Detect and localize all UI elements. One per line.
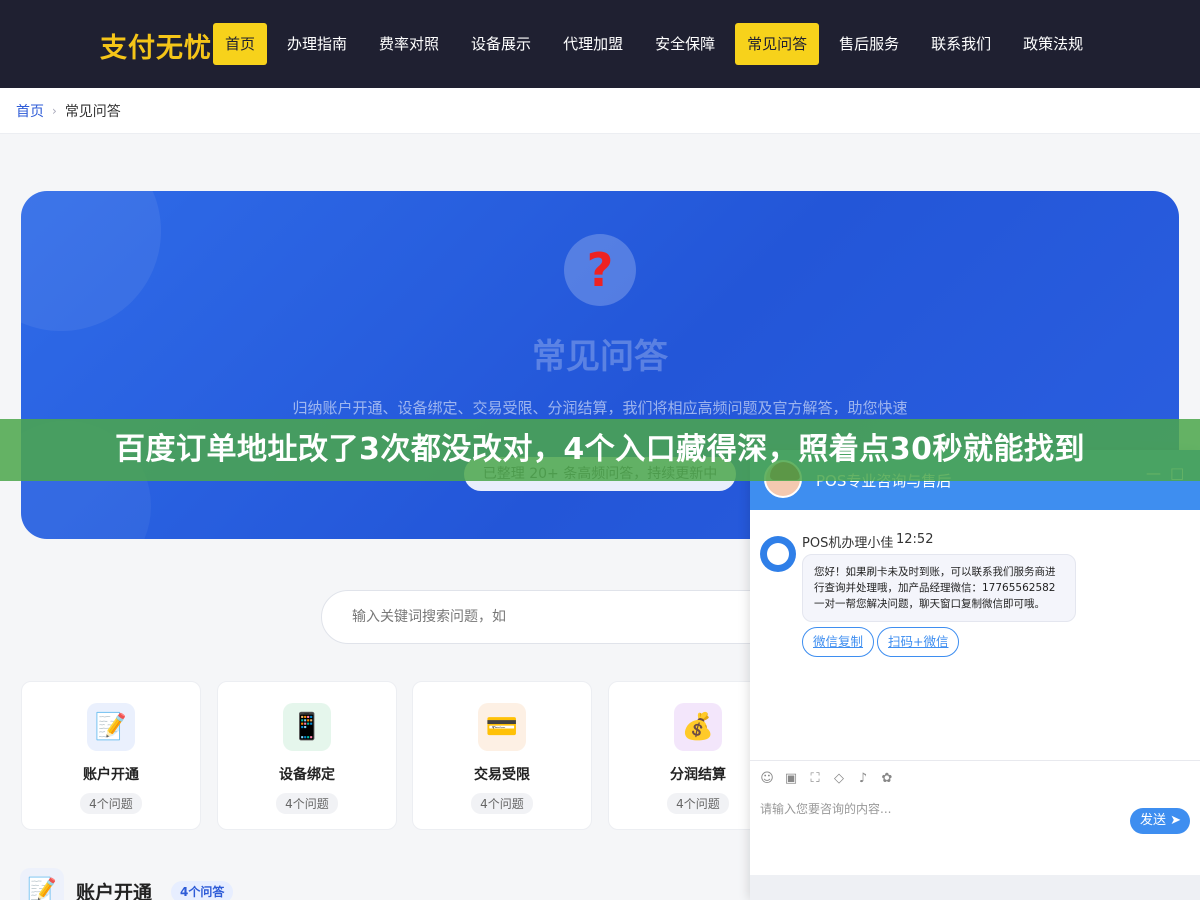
screenshot-icon[interactable]: ⛶ bbox=[808, 771, 822, 786]
category-name: 账户开通 bbox=[83, 767, 139, 783]
voice-icon[interactable]: ♪ bbox=[856, 771, 870, 786]
nav-item-guide[interactable]: 办理指南 bbox=[275, 23, 359, 65]
image-icon[interactable]: ▣ bbox=[784, 771, 798, 786]
breadcrumb-current: 常见问答 bbox=[64, 104, 121, 120]
category-count: 4个问题 bbox=[80, 793, 142, 814]
nav-item-faq[interactable]: 常见问答 bbox=[735, 23, 820, 65]
shield-icon[interactable]: ◇ bbox=[832, 771, 846, 786]
memo-icon: 📝 bbox=[87, 703, 135, 751]
section-title: 账户开通 bbox=[76, 882, 153, 900]
category-name: 设备绑定 bbox=[279, 767, 335, 783]
breadcrumb-home-link[interactable]: 首页 bbox=[16, 101, 44, 121]
category-card-device[interactable]: 📱 设备绑定 4个问题 bbox=[217, 681, 397, 830]
chat-footer bbox=[750, 875, 1200, 900]
wechat-icon[interactable]: ✿ bbox=[880, 771, 894, 786]
moneybag-icon: 💰 bbox=[674, 703, 722, 751]
chat-message-bubble: 您好！如果刷卡未及时到账，可以联系我们服务商进行查询并处理哦，加产品经理微信：1… bbox=[802, 554, 1076, 622]
chevron-right-icon: › bbox=[52, 104, 57, 118]
message-time: 12:52 bbox=[896, 532, 934, 547]
copy-wechat-button[interactable]: 微信复制 bbox=[802, 627, 875, 657]
category-card-transaction[interactable]: 💳 交易受限 4个问题 bbox=[412, 681, 592, 830]
top-navbar: 支付无忧 首页 办理指南 费率对照 设备展示 代理加盟 安全保障 常见问答 售后… bbox=[0, 0, 1200, 88]
emoji-icon[interactable]: ☺ bbox=[760, 771, 774, 786]
question-mark-icon: ? bbox=[564, 234, 636, 306]
chat-widget: POS专业咨询与售后 — □ POS机办理小佳 12:52 您好！如果刷卡未及时… bbox=[750, 450, 1200, 900]
category-count: 4个问题 bbox=[276, 793, 338, 814]
nav-item-devices[interactable]: 设备展示 bbox=[459, 23, 543, 65]
scan-wechat-button[interactable]: 扫码+微信 bbox=[877, 627, 960, 657]
decor-circle bbox=[21, 191, 161, 331]
memo-icon: 📝 bbox=[20, 868, 64, 900]
hero-description: 归纳账户开通、设备绑定、交易受限、分润结算，我们将相应高频问题及官方解答，助您快… bbox=[292, 399, 908, 417]
breadcrumb-bar: 首页 › 常见问答 bbox=[0, 88, 1200, 134]
send-button[interactable]: 发送 ➤ bbox=[1130, 808, 1190, 834]
overlay-headline-banner: 百度订单地址改了3次都没改对，4个入口藏得深，照着点30秒就能找到 bbox=[0, 419, 1200, 481]
breadcrumb: 首页 › 常见问答 bbox=[16, 101, 121, 121]
agent-avatar bbox=[760, 536, 796, 572]
nav-item-contact[interactable]: 联系我们 bbox=[919, 23, 1003, 65]
nav-item-home[interactable]: 首页 bbox=[213, 23, 268, 65]
nav-item-agency[interactable]: 代理加盟 bbox=[551, 23, 635, 65]
send-label: 发送 bbox=[1140, 813, 1167, 828]
nav-item-aftersales[interactable]: 售后服务 bbox=[827, 23, 911, 65]
category-card-account[interactable]: 📝 账户开通 4个问题 bbox=[21, 681, 201, 830]
phone-icon: 📱 bbox=[283, 703, 331, 751]
section-count-badge: 4个问答 bbox=[171, 881, 234, 900]
category-count: 4个问题 bbox=[667, 793, 729, 814]
nav-item-security[interactable]: 安全保障 bbox=[643, 23, 727, 65]
nav-menu: 首页 办理指南 费率对照 设备展示 代理加盟 安全保障 常见问答 售后服务 联系… bbox=[213, 23, 1103, 65]
chat-toolbar: ☺ ▣ ⛶ ◇ ♪ ✿ bbox=[750, 760, 1200, 796]
card-icon: 💳 bbox=[478, 703, 526, 751]
hero-title: 常见问答 bbox=[532, 337, 668, 377]
chat-message-input[interactable]: 请输入您要咨询的内容... bbox=[760, 800, 891, 817]
agent-name: POS机办理小佳 bbox=[802, 536, 894, 551]
site-logo[interactable]: 支付无忧 bbox=[100, 26, 212, 65]
category-count: 4个问题 bbox=[471, 793, 533, 814]
category-name: 交易受限 bbox=[474, 767, 530, 783]
nav-item-policy[interactable]: 政策法规 bbox=[1011, 23, 1095, 65]
nav-item-rates[interactable]: 费率对照 bbox=[367, 23, 451, 65]
